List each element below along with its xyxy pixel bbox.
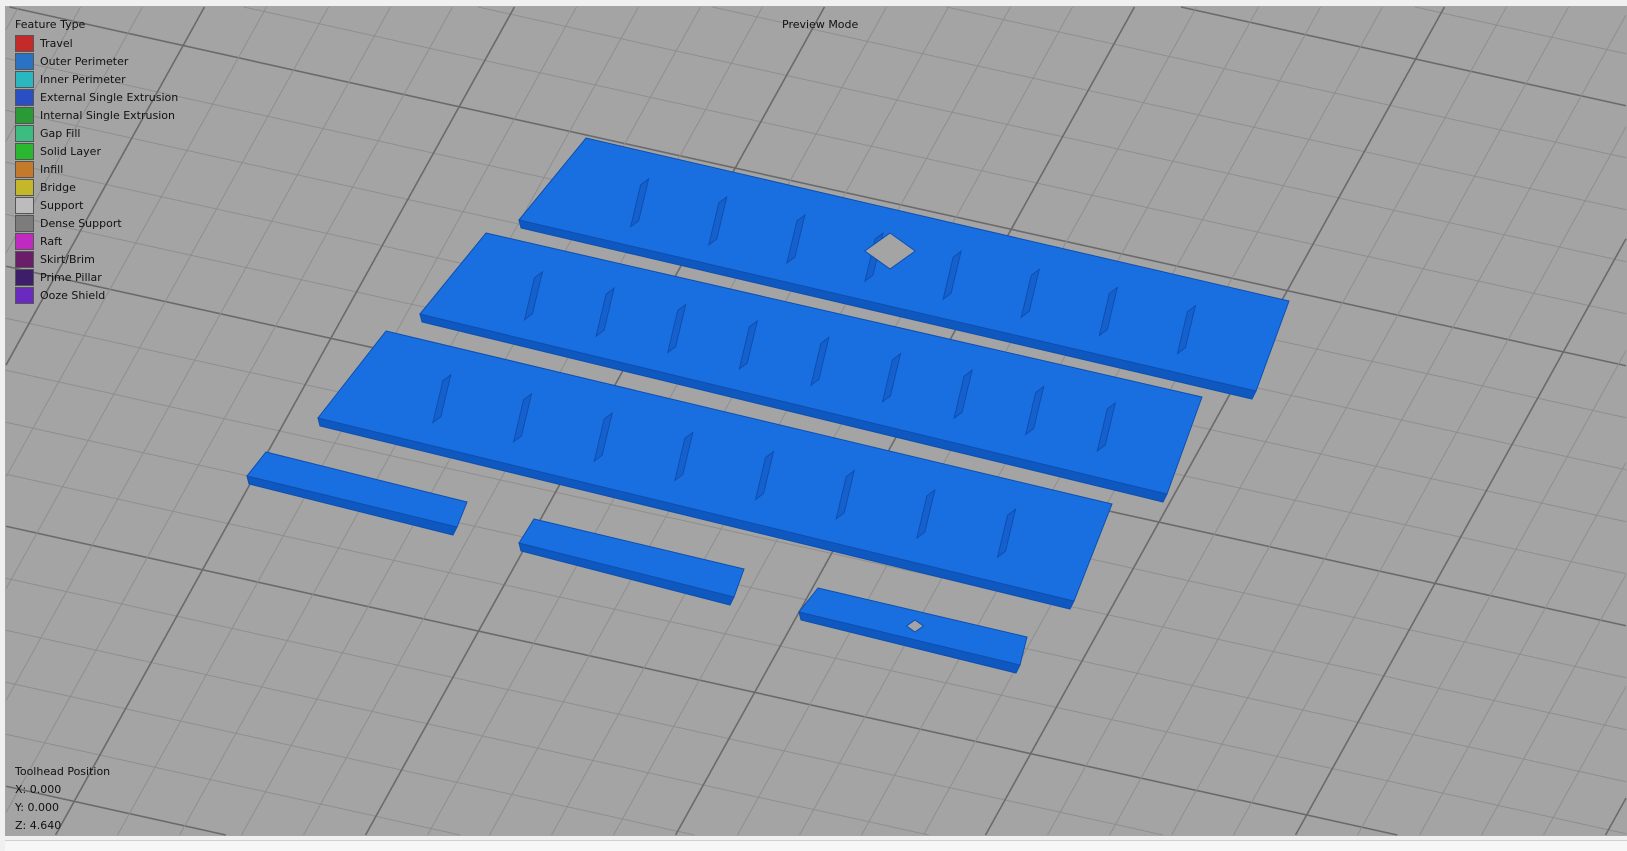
grid-line [1604,797,1627,836]
legend-item: Ooze Shield [15,286,178,304]
legend-swatch [15,286,34,304]
legend-item: Dense Support [15,214,178,232]
legend-swatch [15,52,34,70]
legend-swatch [15,178,34,196]
grid-line [1180,6,1627,107]
legend-label: Internal Single Extrusion [40,108,175,122]
legend-swatch [15,232,34,250]
slicer-preview-window: Preview Mode Feature Type Travel Outer Pe… [0,0,1627,851]
legend-label: Prime Pillar [40,270,102,284]
status-bar [5,840,1627,851]
legend-swatch [15,268,34,286]
grid-line [5,629,929,836]
legend-label: Travel [40,36,73,50]
legend-label: Inner Perimeter [40,72,126,86]
legend-item: Support [15,196,178,214]
legend-item: Skirt/Brim [15,250,178,268]
grid-line [1357,350,1627,836]
build-plate-grid [5,6,1627,836]
legend-item: Bridge [15,178,178,196]
legend-swatch [15,214,34,232]
legend-item: Solid Layer [15,142,178,160]
legend-title: Feature Type [15,18,86,31]
legend-item: External Single Extrusion [15,88,178,106]
legend-item: Infill [15,160,178,178]
grid-line [1419,462,1627,836]
grid-line [1415,6,1627,55]
printed-parts [246,137,1290,674]
legend-swatch [15,70,34,88]
grid-line [5,577,1164,836]
toolhead-title: Toolhead Position [15,765,111,778]
build-plate-scene[interactable] [5,6,1627,836]
grid-line [1481,574,1627,836]
legend-swatch [15,196,34,214]
legend-label: Skirt/Brim [40,252,95,266]
legend-swatch [15,106,34,124]
preview-mode-label: Preview Mode [782,18,859,31]
legend-label: Gap Fill [40,126,81,140]
legend-item: Travel [15,34,178,52]
grid-line [1543,685,1627,836]
legend-item: Outer Perimeter [15,52,178,70]
toolhead-y: Y: 0.000 [15,801,59,814]
toolhead-position: Toolhead Position X: 0.000 Y: 0.000 Z: 4… [15,763,110,835]
legend-swatch [15,124,34,142]
legend-item: Prime Pillar [15,268,178,286]
legend-label: Infill [40,162,64,176]
legend-label: Outer Perimeter [40,54,129,68]
legend-label: Ooze Shield [40,288,106,302]
feature-type-legend: Feature Type Travel Outer Perimeter Inner … [15,18,178,304]
toolhead-x: X: 0.000 [15,783,62,796]
grid-line [712,6,1627,211]
legend-label: Solid Layer [40,144,101,158]
legend-rows: Travel Outer Perimeter Inner Perimeter Exte… [15,34,178,304]
grid-line [1171,14,1627,836]
legend-item: Internal Single Extrusion [15,106,178,124]
legend-label: Bridge [40,180,76,194]
legend-swatch [15,142,34,160]
legend-swatch [15,88,34,106]
legend-label: External Single Extrusion [40,90,179,104]
legend-label: Dense Support [40,216,122,230]
legend-item: Raft [15,232,178,250]
legend-label: Raft [40,234,63,248]
legend-swatch [15,250,34,268]
toolhead-z: Z: 4.640 [15,819,62,832]
legend-item: Inner Perimeter [15,70,178,88]
legend-label: Support [40,198,84,212]
legend-item: Gap Fill [15,124,178,142]
grid-line [1233,126,1627,836]
legend-swatch [15,34,34,52]
legend-swatch [15,160,34,178]
preview-viewport[interactable]: Preview Mode Feature Type Travel Outer Pe… [5,6,1627,836]
